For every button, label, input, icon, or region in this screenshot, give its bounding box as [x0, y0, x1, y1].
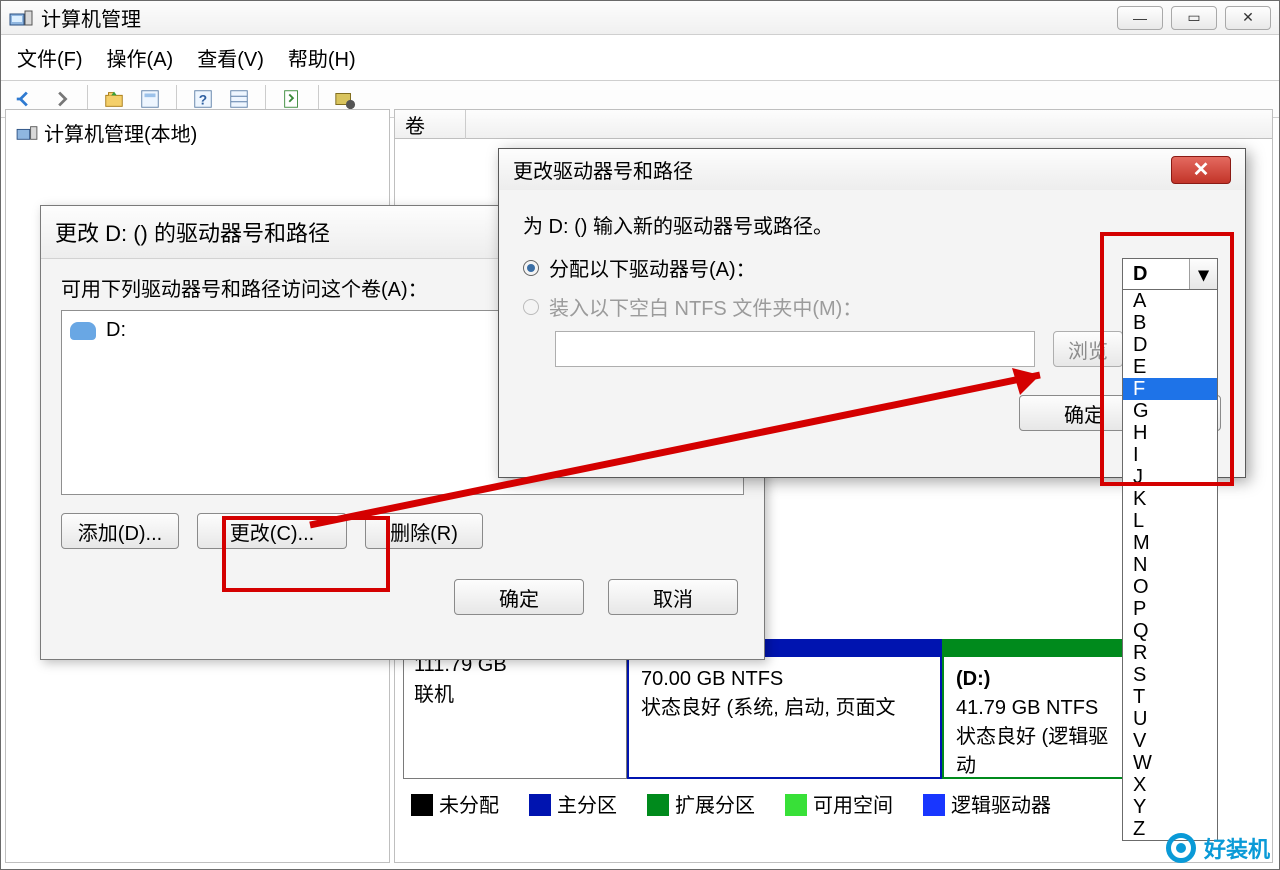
column-volume[interactable]: 卷 [405, 110, 466, 139]
disk-info-cell[interactable]: 111.79 GB 联机 [403, 639, 627, 779]
drive-letter-option-O[interactable]: O [1123, 576, 1217, 598]
menu-action[interactable]: 操作(A) [107, 43, 174, 72]
drive-letter-option-G[interactable]: G [1123, 400, 1217, 422]
drive-letter-list[interactable]: ABDEFGHIJKLMNOPQRSTUVWXYZ [1122, 290, 1218, 841]
mount-path-input [555, 331, 1035, 367]
partition-d-status: 状态良好 (逻辑驱动 [956, 723, 1128, 781]
partition-c-status: 状态良好 (系统, 启动, 页面文 [641, 694, 928, 723]
chevron-down-icon[interactable]: ▾ [1189, 259, 1217, 289]
menu-file[interactable]: 文件(F) [17, 43, 83, 72]
radio-mount-folder-label: 装入以下空白 NTFS 文件夹中(M)： [549, 292, 862, 321]
partition-d-label: (D:) [956, 665, 1128, 694]
drive-letter-option-S[interactable]: S [1123, 664, 1217, 686]
dialog2-title: 更改驱动器号和路径 [513, 155, 693, 184]
drive-letter-option-T[interactable]: T [1123, 686, 1217, 708]
watermark-icon [1166, 833, 1196, 863]
radio-assign-letter-row[interactable]: 分配以下驱动器号(A)： [523, 253, 1221, 282]
legend-logical: 逻辑驱动器 [923, 789, 1051, 818]
drive-letter-option-R[interactable]: R [1123, 642, 1217, 664]
drive-letter-option-F[interactable]: F [1123, 378, 1217, 400]
computer-management-icon [16, 124, 38, 142]
drive-letter-option-M[interactable]: M [1123, 532, 1217, 554]
tree-root-label: 计算机管理(本地) [44, 118, 197, 147]
menu-view[interactable]: 查看(V) [197, 43, 264, 72]
drive-letter-option-K[interactable]: K [1123, 488, 1217, 510]
drive-letter-option-H[interactable]: H [1123, 422, 1217, 444]
partition-c[interactable]: 70.00 GB NTFS 状态良好 (系统, 启动, 页面文 [627, 639, 942, 779]
drive-letter-selected[interactable]: D ▾ [1122, 258, 1218, 290]
drive-letter-option-I[interactable]: I [1123, 444, 1217, 466]
radio-assign-letter-label: 分配以下驱动器号(A)： [549, 253, 756, 282]
ok-button[interactable]: 确定 [454, 579, 584, 615]
maximize-button[interactable]: ▭ [1171, 6, 1217, 30]
legend-unallocated: 未分配 [411, 789, 499, 818]
add-button[interactable]: 添加(D)... [61, 513, 179, 549]
cancel-button[interactable]: 取消 [608, 579, 738, 615]
dialog2-titlebar: 更改驱动器号和路径 ✕ [499, 149, 1245, 190]
partition-c-size: 70.00 GB NTFS [641, 665, 928, 694]
drive-letter-combobox[interactable]: D ▾ ABDEFGHIJKLMNOPQRSTUVWXYZ [1122, 258, 1218, 841]
drive-letter-option-L[interactable]: L [1123, 510, 1217, 532]
disk-status: 联机 [414, 680, 616, 710]
tree-root[interactable]: 计算机管理(本地) [12, 116, 383, 149]
partition-d-size: 41.79 GB NTFS [956, 694, 1128, 723]
menubar: 文件(F) 操作(A) 查看(V) 帮助(H) [1, 35, 1279, 81]
legend-free: 可用空间 [785, 789, 893, 818]
drive-letter-option-P[interactable]: P [1123, 598, 1217, 620]
drive-letter-option-B[interactable]: B [1123, 312, 1217, 334]
drive-letter-option-D[interactable]: D [1123, 334, 1217, 356]
drive-letter-option-E[interactable]: E [1123, 356, 1217, 378]
delete-button[interactable]: 删除(R) [365, 513, 483, 549]
partition-d[interactable]: (D:) 41.79 GB NTFS 状态良好 (逻辑驱动 [942, 639, 1142, 779]
computer-management-icon [9, 8, 33, 28]
drive-letter-option-N[interactable]: N [1123, 554, 1217, 576]
radio-assign-letter[interactable] [523, 260, 539, 276]
titlebar: 计算机管理 — ▭ ✕ [1, 1, 1279, 35]
minimize-button[interactable]: — [1117, 6, 1163, 30]
drive-letter-option-J[interactable]: J [1123, 466, 1217, 488]
drive-letter-option-W[interactable]: W [1123, 752, 1217, 774]
radio-mount-folder-row: 装入以下空白 NTFS 文件夹中(M)： [523, 292, 1221, 321]
drive-letter-option-Q[interactable]: Q [1123, 620, 1217, 642]
browse-button: 浏览 [1053, 331, 1123, 367]
window-title: 计算机管理 [41, 3, 1117, 32]
drive-letter-option-V[interactable]: V [1123, 730, 1217, 752]
watermark-text: 好装机 [1204, 832, 1270, 864]
radio-mount-folder [523, 299, 539, 315]
drive-letter-option-Y[interactable]: Y [1123, 796, 1217, 818]
menu-help[interactable]: 帮助(H) [288, 43, 356, 72]
drive-path-text: D: [106, 319, 126, 342]
drive-letter-option-X[interactable]: X [1123, 774, 1217, 796]
drive-letter-option-A[interactable]: A [1123, 290, 1217, 312]
volume-grid-header: 卷 [394, 109, 1273, 139]
legend-extended: 扩展分区 [647, 789, 755, 818]
legend-primary: 主分区 [529, 789, 617, 818]
drive-icon [70, 322, 96, 340]
change-button[interactable]: 更改(C)... [197, 513, 347, 549]
watermark: 好装机 [1166, 832, 1270, 864]
dialog2-close-button[interactable]: ✕ [1171, 156, 1231, 184]
drive-letter-option-U[interactable]: U [1123, 708, 1217, 730]
close-button[interactable]: ✕ [1225, 6, 1271, 30]
drive-letter-value: D [1123, 263, 1189, 286]
dialog2-prompt: 为 D: () 输入新的驱动器号或路径。 [523, 210, 1221, 239]
